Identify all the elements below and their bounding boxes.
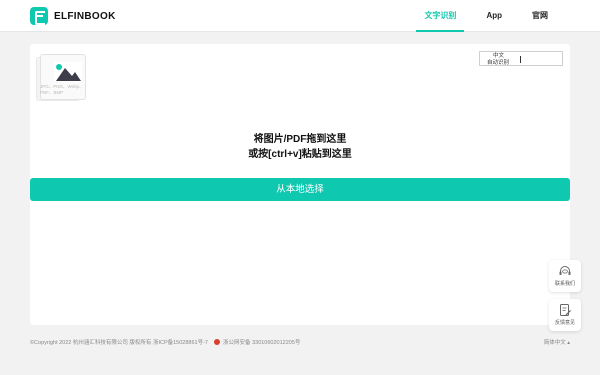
file-type-illustration: JPG、PNG、Webp、PDF、BMP: [36, 54, 86, 102]
police-record-link[interactable]: 浙公网安备 33010602012205号: [223, 340, 300, 346]
nav-item-app[interactable]: App: [478, 0, 510, 32]
language-select-value: 中文: [493, 53, 505, 59]
nav-item-text-recognition[interactable]: 文字识别: [416, 0, 465, 32]
police-badge-icon: [213, 339, 220, 345]
image-icon: [54, 62, 82, 82]
logo[interactable]: ELFINBOOK: [30, 7, 116, 25]
edit-note-icon: [560, 304, 571, 316]
logo-text: ELFINBOOK: [54, 10, 116, 22]
file-types-text: JPG、PNG、Webp、PDF、BMP: [40, 84, 84, 95]
language-select[interactable]: 中文 自动识别: [479, 51, 563, 66]
upload-card[interactable]: JPG、PNG、Webp、PDF、BMP 中文 自动识别 将图片/PDF拖到这里…: [30, 44, 570, 325]
headset-icon: [559, 266, 571, 275]
language-select-secondary: 自动识别: [487, 60, 510, 66]
top-nav: 文字识别 App 官网: [402, 0, 556, 32]
contact-us-button[interactable]: 联系我们: [549, 260, 581, 292]
drop-hint-line1: 将图片/PDF拖到这里: [253, 134, 347, 145]
top-header: ELFINBOOK 文字识别 App 官网: [0, 0, 600, 32]
feedback-button[interactable]: 反馈意见: [549, 299, 581, 331]
feedback-label: 反馈意见: [554, 320, 575, 326]
footer: ©Copyright 2022 杭州涵汇科技有限公司 版权所有 浙ICP备150…: [30, 338, 570, 348]
nav-item-official-site[interactable]: 官网: [524, 0, 556, 32]
footer-left: ©Copyright 2022 杭州涵汇科技有限公司 版权所有 浙ICP备150…: [30, 338, 300, 346]
logo-icon: [30, 7, 48, 25]
contact-us-label: 联系我们: [554, 281, 575, 287]
text-caret: [520, 56, 521, 63]
footer-language-switch[interactable]: 简体中文 ▴: [544, 338, 570, 346]
choose-local-file-button[interactable]: 从本地选择: [30, 178, 570, 201]
copyright-text: ©Copyright 2022 杭州涵汇科技有限公司 版权所有 浙ICP备150…: [30, 340, 208, 346]
drop-hint-line2: 或按[ctrl+v]粘贴到这里: [248, 149, 352, 160]
